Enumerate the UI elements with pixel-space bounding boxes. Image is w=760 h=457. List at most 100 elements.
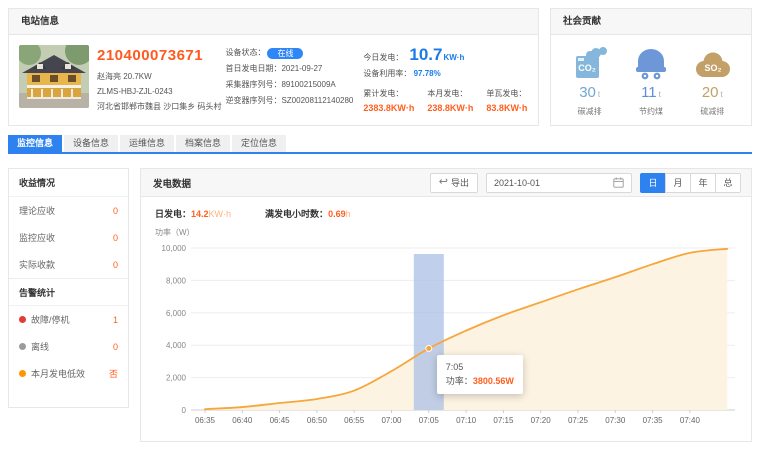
total-generation-value: 2383.8KW·h	[363, 103, 414, 113]
alarm-value: 0	[113, 342, 118, 352]
inverter-serial-label: 逆变器序列号：	[225, 93, 281, 109]
chart-panel-title: 发电数据	[153, 176, 191, 190]
co2-reduction-item: CO₂ 30t 碳减排	[561, 43, 619, 117]
revenue-label: 监控应收	[19, 231, 55, 244]
svg-text:8,000: 8,000	[166, 276, 187, 285]
export-icon: ↩	[439, 177, 448, 188]
month-generation-value: 238.8KW·h	[427, 103, 473, 113]
first-gen-date-value: 2021-09-27	[281, 61, 322, 77]
svg-text:0: 0	[182, 406, 187, 415]
today-generation-label: 今日发电：	[363, 52, 403, 63]
tab-ops-info[interactable]: 运维信息	[120, 135, 174, 152]
coal-saved-icon	[622, 43, 680, 81]
revenue-value: 0	[113, 260, 118, 270]
alarm-value: 1	[113, 315, 118, 325]
revenue-label: 实际收款	[19, 258, 55, 271]
svg-text:07:15: 07:15	[493, 416, 514, 425]
power-chart-canvas[interactable]: 02,0004,0006,0008,00010,00006:3506:4006:…	[155, 240, 739, 440]
revenue-row-actual: 实际收款 0	[9, 251, 128, 278]
station-owner: 赵海亮 20.7KW	[97, 69, 221, 84]
svg-text:07:00: 07:00	[381, 416, 402, 425]
svg-text:07:05: 07:05	[419, 416, 440, 425]
co2-label: 碳减排	[561, 106, 619, 117]
house-photo-illustration	[19, 45, 89, 108]
coal-unit: t	[659, 90, 661, 99]
revenue-section-title: 收益情况	[9, 169, 128, 197]
tab-monitor-info[interactable]: 监控信息	[8, 135, 62, 152]
calendar-icon	[613, 177, 624, 188]
tab-archive-info[interactable]: 档案信息	[176, 135, 230, 152]
station-model: ZLMS-HBJ-ZJL-0243	[97, 84, 221, 99]
revenue-value: 0	[113, 206, 118, 216]
coal-label: 节约煤	[622, 106, 680, 117]
full-hours-unit: h	[346, 209, 351, 219]
y-axis-title: 功率（W）	[155, 227, 739, 238]
svg-text:07:30: 07:30	[605, 416, 626, 425]
tabs-underline	[8, 152, 752, 154]
main-tabs: 监控信息 设备信息 运维信息 档案信息 定位信息	[8, 135, 752, 152]
so2-reduction-item: SO₂ 20t 硫减排	[683, 43, 741, 117]
svg-text:07:25: 07:25	[568, 416, 589, 425]
range-total-button[interactable]: 总	[715, 173, 741, 193]
utilization-label: 设备利用率：	[363, 69, 411, 78]
per-watt-generation-value: 83.8KW·h	[486, 103, 527, 113]
station-info-panel: 电站信息	[8, 8, 539, 126]
revenue-row-theoretical: 理论应收 0	[9, 197, 128, 224]
svg-text:2,000: 2,000	[166, 374, 187, 383]
so2-value: 20	[702, 84, 719, 101]
alarm-label: 故障/停机	[31, 313, 70, 326]
range-day-button[interactable]: 日	[640, 173, 666, 193]
range-month-button[interactable]: 月	[665, 173, 691, 193]
fault-status-dot	[19, 316, 26, 323]
full-hours-value: 0.69	[328, 209, 346, 219]
alarm-value: 否	[109, 367, 118, 380]
so2-label: 硫减排	[683, 106, 741, 117]
sidebar-panel: 收益情况 理论应收 0 监控应收 0 实际收款 0 告警统计 故障/停机 1 离…	[8, 168, 129, 408]
alarm-row-fault: 故障/停机 1	[9, 306, 128, 333]
low-efficiency-status-dot	[19, 370, 26, 377]
svg-text:4,000: 4,000	[166, 341, 187, 350]
collector-serial-label: 采集器序列号：	[225, 77, 281, 93]
utilization-value: 97.78%	[414, 69, 441, 78]
generation-data-panel: 发电数据 ↩ 导出 2021-10-01 日 月 年 总	[140, 168, 752, 442]
per-watt-generation-label: 单瓦发电：	[486, 88, 527, 99]
tab-location-info[interactable]: 定位信息	[232, 135, 286, 152]
co2-value: 30	[579, 84, 596, 101]
svg-text:CO₂: CO₂	[578, 63, 596, 73]
inverter-serial-value: SZ00208112140280	[281, 93, 353, 109]
daily-generation-unit: KW·h	[209, 209, 232, 219]
alarm-section-title: 告警统计	[9, 278, 128, 306]
social-panel-title: 社会贡献	[551, 9, 751, 35]
power-chart[interactable]: 02,0004,0006,0008,00010,00006:3506:4006:…	[155, 240, 739, 445]
svg-text:10,000: 10,000	[162, 244, 187, 253]
coal-saved-item: 11t 节约煤	[622, 43, 680, 117]
offline-status-dot	[19, 343, 26, 350]
svg-text:07:40: 07:40	[680, 416, 701, 425]
svg-text:06:40: 06:40	[232, 416, 253, 425]
daily-generation-value: 14.2	[191, 209, 209, 219]
total-generation-label: 累计发电：	[363, 88, 414, 99]
station-panel-title: 电站信息	[9, 9, 538, 35]
station-address: 河北省邯郸市魏县 沙口集乡 码头村	[97, 99, 221, 114]
svg-text:06:35: 06:35	[195, 416, 216, 425]
svg-text:06:55: 06:55	[344, 416, 365, 425]
date-picker[interactable]: 2021-10-01	[486, 173, 632, 193]
collector-serial-value: 89100215009A	[281, 77, 335, 93]
tab-device-info[interactable]: 设备信息	[64, 135, 118, 152]
export-button-label: 导出	[451, 176, 469, 189]
range-year-button[interactable]: 年	[690, 173, 716, 193]
alarm-label: 离线	[31, 340, 49, 353]
status-label: 设备状态：	[225, 45, 265, 61]
alarm-row-offline: 离线 0	[9, 333, 128, 360]
revenue-value: 0	[113, 233, 118, 243]
export-button[interactable]: ↩ 导出	[430, 173, 478, 193]
svg-text:07:35: 07:35	[643, 416, 664, 425]
alarm-label: 本月发电低效	[31, 367, 85, 380]
coal-value: 11	[641, 84, 657, 101]
today-generation-unit: KW·h	[443, 53, 464, 62]
svg-text:06:50: 06:50	[307, 416, 328, 425]
first-gen-date-label: 首日发电日期：	[225, 61, 281, 77]
social-contribution-panel: 社会贡献 CO₂ 30t 碳减排	[550, 8, 752, 126]
co2-unit: t	[598, 90, 600, 99]
co2-reduction-icon: CO₂	[561, 43, 619, 81]
